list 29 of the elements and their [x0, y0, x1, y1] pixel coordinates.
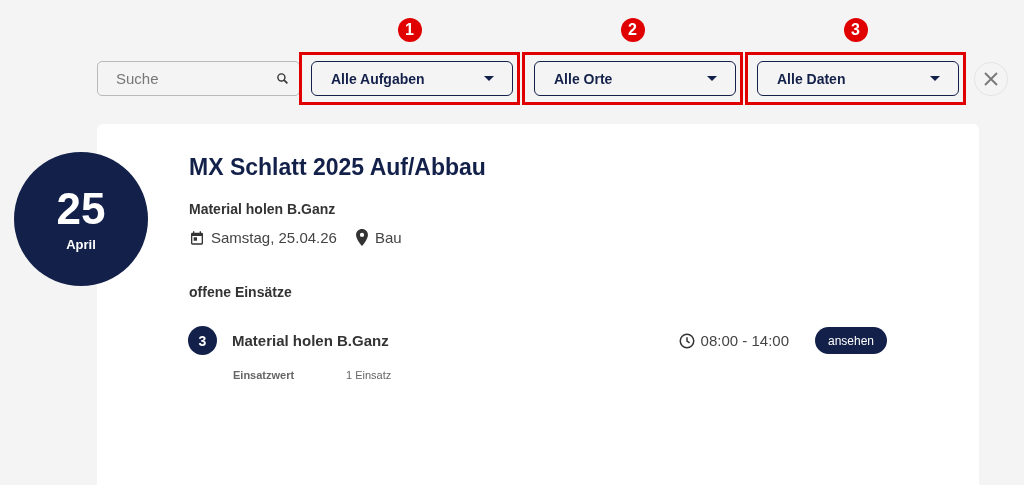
search-icon [276, 72, 289, 85]
month-label: April [66, 236, 96, 252]
location-pin-icon [354, 229, 369, 246]
caret-icon [707, 76, 717, 81]
view-button[interactable]: ansehen [815, 327, 887, 354]
callout-badge: 2 [620, 18, 645, 42]
shift-name: Material holen B.Ganz [232, 332, 390, 349]
filter-dropdown[interactable]: Alle Daten [757, 61, 959, 96]
callout-badge: 3 [843, 18, 868, 42]
calendar-icon [189, 229, 205, 246]
close-button[interactable] [974, 61, 1008, 96]
event-location: Bau [374, 229, 402, 246]
section-heading: offene Einsätze [189, 284, 293, 300]
event-subtitle: Material holen B.Ganz [189, 201, 337, 217]
filter-dropdown[interactable]: Alle Orte [534, 61, 736, 96]
value-label: Einsatzwert [233, 369, 296, 381]
close-icon [983, 70, 999, 87]
count-badge: 3 [188, 326, 217, 355]
event-date: Samstag, 25.04.26 [211, 229, 337, 246]
shift-time: 08:00 - 14:00 [700, 332, 789, 349]
callout-badge: 1 [397, 18, 422, 42]
value-text: 1 Einsatz [346, 369, 392, 381]
caret-icon [484, 76, 494, 81]
day-number: 25 [56, 186, 106, 231]
filter-dropdown[interactable]: Alle Aufgaben [311, 61, 513, 96]
event-title: MX Schlatt 2025 Auf/Abbau [189, 154, 487, 181]
caret-icon [930, 76, 940, 81]
clock-icon [677, 331, 696, 350]
search-field[interactable]: Suche [97, 61, 300, 96]
